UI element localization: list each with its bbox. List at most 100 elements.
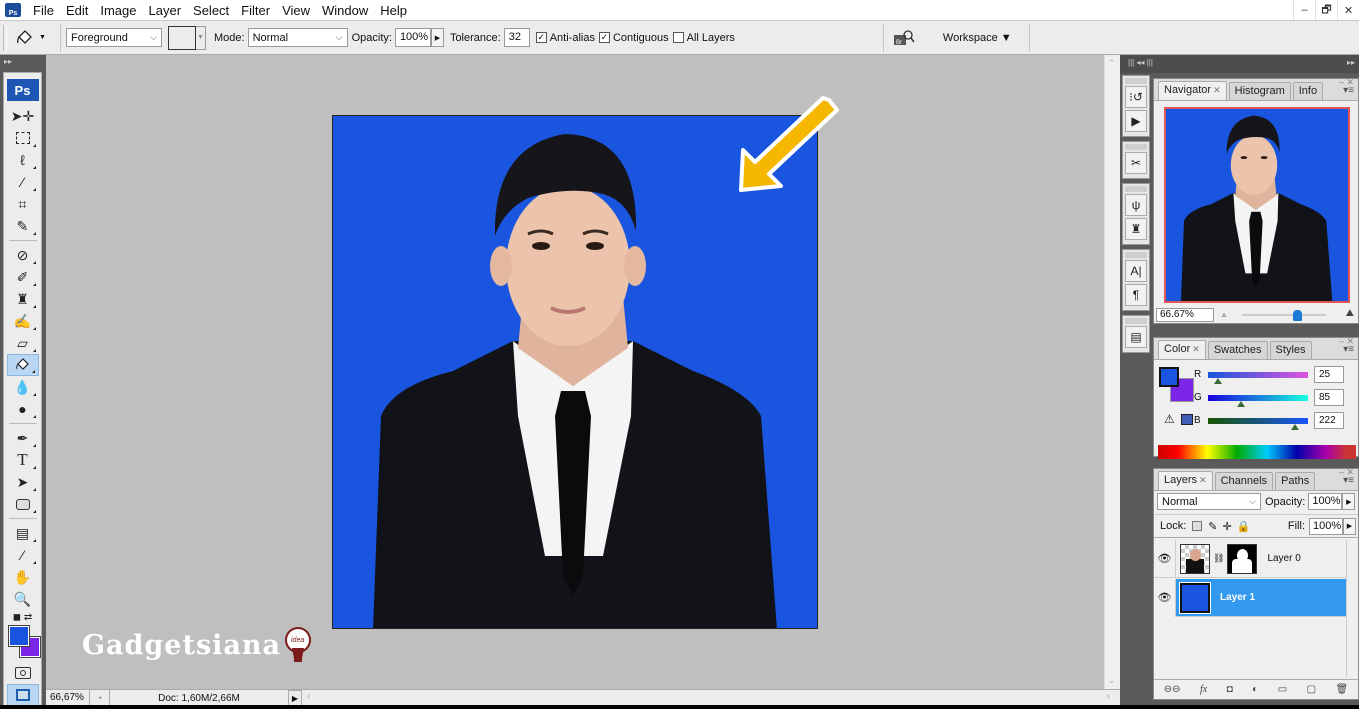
menu-window[interactable]: Window <box>316 3 374 18</box>
b-value-input[interactable]: 222 <box>1314 412 1344 429</box>
character-panel-icon[interactable]: A| <box>1125 260 1147 282</box>
fill-input[interactable]: 100% <box>1309 517 1343 535</box>
mode-select[interactable]: Normal ⌵ <box>247 28 348 47</box>
opacity-slider-button[interactable]: ▶ <box>430 28 444 47</box>
menu-view[interactable]: View <box>276 3 316 18</box>
new-layer-icon[interactable]: ▢ <box>1307 684 1316 695</box>
default-colors-icon[interactable]: ◼ <box>13 612 21 623</box>
blur-tool[interactable]: 💧 <box>7 376 39 398</box>
tool-presets-icon[interactable]: ✂ <box>1125 152 1147 174</box>
zoom-slider-thumb[interactable] <box>1293 310 1303 321</box>
menu-edit[interactable]: Edit <box>60 3 94 18</box>
status-info-icon[interactable]: ◔ <box>90 690 110 706</box>
tool-preset-picker[interactable]: ▼ <box>15 29 55 47</box>
scroll-right-icon[interactable]: › <box>1107 691 1110 702</box>
workspace-menu[interactable]: Workspace ▼ <box>943 32 1012 44</box>
panel-menu-icon[interactable]: ▾≡ <box>1343 475 1354 486</box>
mask-link-icon[interactable]: ⛓ <box>1213 553 1224 564</box>
menu-image[interactable]: Image <box>94 3 142 18</box>
fx-icon[interactable]: fx <box>1200 684 1207 695</box>
fill-arrow[interactable]: ▶ <box>1343 517 1356 535</box>
visibility-eye-icon[interactable]: 👁 <box>1154 578 1176 617</box>
crop-tool[interactable]: ⌗ <box>7 193 39 215</box>
contiguous-checkbox[interactable]: ✓ Contiguous <box>598 32 669 44</box>
menu-file[interactable]: File <box>27 3 60 18</box>
add-mask-icon[interactable]: ◘ <box>1227 684 1233 695</box>
panel-menu-icon[interactable]: ▾≡ <box>1343 344 1354 355</box>
options-bar-grip[interactable] <box>3 24 7 51</box>
adjustment-layer-icon[interactable]: ◐ <box>1252 684 1258 695</box>
dodge-tool[interactable]: ● <box>7 398 39 420</box>
tab-info[interactable]: Info <box>1292 82 1324 100</box>
dock-header[interactable]: ||| ◂◂ ||| ▸▸ <box>1120 55 1359 73</box>
eyedropper-tool[interactable]: ⁄ <box>7 544 39 566</box>
tolerance-input[interactable]: 32 <box>503 28 530 47</box>
lock-pixels-icon[interactable]: ✎ <box>1208 520 1217 533</box>
clone-stamp-tool[interactable]: ♜ <box>7 288 39 310</box>
layer-opacity-arrow[interactable]: ▶ <box>1342 493 1356 510</box>
toolbox-collapse-button[interactable]: ▸▸ <box>0 55 46 72</box>
tab-swatches[interactable]: Swatches <box>1207 341 1268 359</box>
pen-tool[interactable]: ✒ <box>7 427 39 449</box>
lock-position-icon[interactable]: ✛ <box>1223 520 1232 533</box>
layer-comps-icon[interactable]: ▤ <box>1125 326 1147 348</box>
tab-layers[interactable]: Layers ✕ <box>1158 471 1213 490</box>
status-menu-button[interactable]: ▶ <box>288 690 302 706</box>
navigator-preview[interactable] <box>1164 107 1350 303</box>
tab-color[interactable]: Color ✕ <box>1158 340 1206 359</box>
lock-transparency-icon[interactable] <box>1192 521 1203 531</box>
gamut-warning-icon[interactable]: ⚠ <box>1164 412 1175 426</box>
tab-paths[interactable]: Paths <box>1275 472 1316 490</box>
g-slider[interactable] <box>1208 394 1308 407</box>
swap-colors-icon[interactable]: ⇄ <box>24 612 32 623</box>
color-spectrum-ramp[interactable] <box>1158 445 1356 459</box>
foreground-color-swatch[interactable] <box>7 625 30 647</box>
checkbox-checked[interactable]: ✓ <box>598 32 610 43</box>
pattern-swatch[interactable] <box>168 25 196 50</box>
visibility-eye-icon[interactable]: 👁 <box>1154 539 1176 578</box>
layer-mask-thumbnail[interactable] <box>1227 543 1258 574</box>
zoom-tool[interactable]: 🔍 <box>7 588 39 610</box>
shape-tool[interactable] <box>7 493 39 515</box>
navigator-zoom-slider[interactable]: ▵ ⛰ <box>1214 308 1356 322</box>
link-layers-icon[interactable]: ⊖⊖ <box>1164 684 1181 695</box>
tab-histogram[interactable]: Histogram <box>1228 82 1291 100</box>
notes-tool[interactable]: ▤ <box>7 522 39 544</box>
tab-styles[interactable]: Styles <box>1269 341 1312 359</box>
type-tool[interactable]: T <box>7 449 39 471</box>
b-slider[interactable] <box>1208 417 1308 430</box>
minimize-button[interactable]: – <box>1293 0 1315 20</box>
quick-select-tool[interactable]: ⁄ <box>7 171 39 193</box>
menu-select[interactable]: Select <box>187 3 235 18</box>
zoom-in-icon[interactable]: ⛰ <box>1346 308 1354 319</box>
path-selection-tool[interactable]: ➤ <box>7 471 39 493</box>
checkbox-checked[interactable]: ✓ <box>535 32 547 43</box>
screen-mode-button[interactable] <box>6 684 39 706</box>
anti-alias-checkbox[interactable]: ✓ Anti-alias <box>535 32 595 44</box>
layer-row-0[interactable]: 👁 ⛓ Layer 0 <box>1154 539 1346 578</box>
panel-menu-icon[interactable]: ▾≡ <box>1343 85 1354 96</box>
zoom-out-icon[interactable]: ▵ <box>1222 310 1226 319</box>
opacity-input[interactable]: 100% <box>394 28 431 47</box>
scroll-left-icon[interactable]: ‹ <box>307 691 310 702</box>
trash-icon[interactable]: 🗑 <box>1336 684 1349 695</box>
close-icon[interactable]: ✕ <box>1199 475 1207 485</box>
horizontal-scrollbar[interactable]: ‹ › <box>302 690 1120 706</box>
history-brush-tool[interactable]: ✍ <box>7 310 39 332</box>
slider-thumb[interactable] <box>1291 423 1300 430</box>
actions-panel-icon[interactable]: ▶ <box>1125 110 1147 132</box>
all-layers-checkbox[interactable]: All Layers <box>672 32 735 44</box>
paragraph-panel-icon[interactable]: ¶ <box>1125 284 1147 306</box>
eraser-tool[interactable]: ▱ <box>7 332 39 354</box>
new-group-icon[interactable]: ▭ <box>1278 684 1287 695</box>
history-panel-icon[interactable]: ⁝↺ <box>1125 86 1147 108</box>
layers-scrollbar[interactable] <box>1346 540 1358 677</box>
healing-brush-tool[interactable]: ⊘ <box>7 244 39 266</box>
move-tool[interactable]: ➤✛ <box>7 105 39 127</box>
brushes-panel-icon[interactable]: ψ <box>1125 194 1147 216</box>
marquee-tool[interactable] <box>7 127 39 149</box>
close-button[interactable]: ✕ <box>1337 0 1359 20</box>
slider-thumb[interactable] <box>1213 377 1222 384</box>
tab-navigator[interactable]: Navigator ✕ <box>1158 81 1227 100</box>
g-value-input[interactable]: 85 <box>1314 389 1344 406</box>
